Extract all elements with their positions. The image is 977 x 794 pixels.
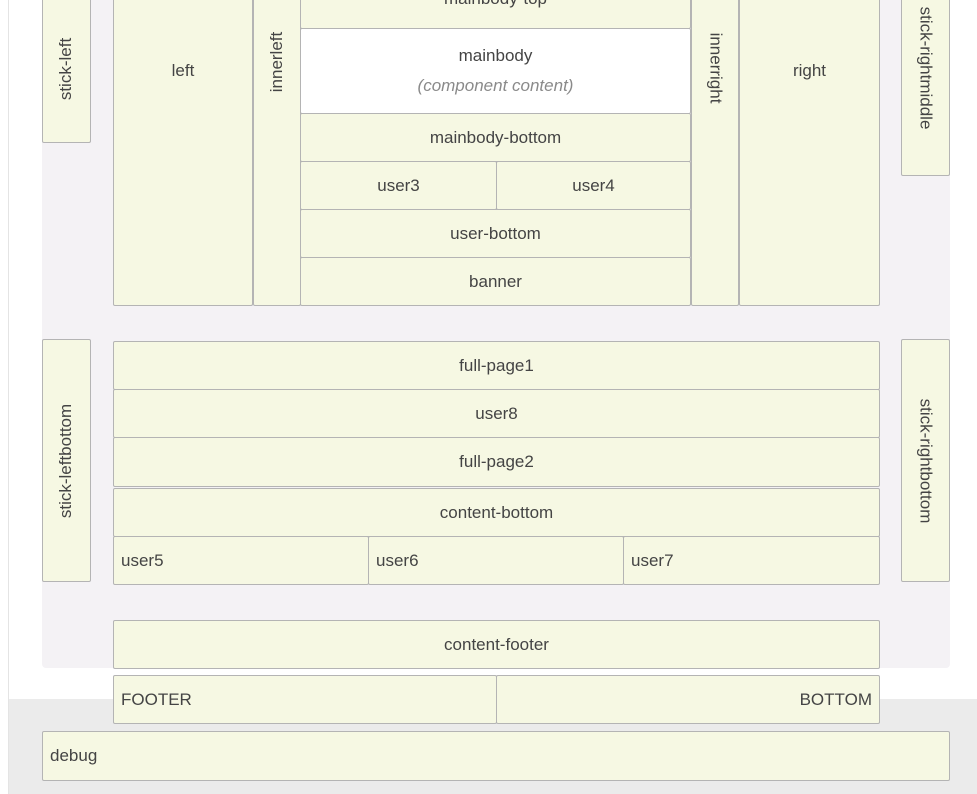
banner-block: banner <box>300 257 691 306</box>
mainbody-top-label: mainbody-top <box>444 0 547 9</box>
left-label: left <box>171 61 195 80</box>
page-edge <box>8 0 9 794</box>
right-label: right <box>792 61 827 80</box>
innerright-block: innerright <box>691 0 739 306</box>
user6-block: user6 <box>368 536 624 585</box>
user4-label: user4 <box>572 175 615 195</box>
mainbody-bottom-label: mainbody-bottom <box>429 127 562 147</box>
user3-block: user3 <box>300 161 497 210</box>
stick-rightbottom-label: stick-rightbottom <box>916 398 936 523</box>
innerleft-label: innerleft <box>267 31 287 93</box>
content-footer-label: content-footer <box>444 634 549 654</box>
debug-label: debug <box>50 746 98 765</box>
footer-block: FOOTER <box>113 675 497 724</box>
user3-label: user3 <box>377 175 420 195</box>
stick-rightmiddle-label: stick-rightmiddle <box>916 6 936 130</box>
stick-rightmiddle-block: stick-rightmiddle <box>901 0 950 176</box>
stick-left-block: stick-left <box>42 0 91 143</box>
stick-left-label: stick-left <box>56 37 76 101</box>
user5-block: user5 <box>113 536 369 585</box>
user7-label: user7 <box>631 550 674 570</box>
content-bottom-block: content-bottom <box>113 488 880 537</box>
footer-label: FOOTER <box>121 689 192 709</box>
banner-label: banner <box>469 271 522 291</box>
bottom-label: BOTTOM <box>799 689 872 709</box>
mainbody-bottom-block: mainbody-bottom <box>300 113 691 162</box>
stick-leftbottom-label: stick-leftbottom <box>56 403 76 518</box>
user8-label: user8 <box>475 403 518 423</box>
content-footer-block: content-footer <box>113 620 880 669</box>
full-page2-block: full-page2 <box>113 437 880 487</box>
mainbody-note: (component content) <box>417 76 574 95</box>
full-page1-block: full-page1 <box>113 341 880 390</box>
innerright-label: innerright <box>706 32 725 104</box>
innerleft-block: innerleft <box>253 0 301 306</box>
user6-label: user6 <box>376 550 419 570</box>
right-block: right <box>739 0 880 306</box>
stick-rightbottom-block: stick-rightbottom <box>901 339 950 582</box>
user4-block: user4 <box>496 161 691 210</box>
user8-block: user8 <box>113 389 880 438</box>
user-bottom-block: user-bottom <box>300 209 691 258</box>
mainbody-label: mainbody <box>458 46 533 65</box>
debug-block: debug <box>42 731 950 781</box>
user-bottom-label: user-bottom <box>450 223 541 243</box>
bottom-block: BOTTOM <box>496 675 880 724</box>
content-bottom-label: content-bottom <box>439 502 554 522</box>
mainbody-top-block: mainbody-top <box>300 0 691 29</box>
user5-label: user5 <box>121 550 164 570</box>
user7-block: user7 <box>623 536 880 585</box>
stick-leftbottom-block: stick-leftbottom <box>42 339 91 582</box>
left-block: left <box>113 0 253 306</box>
full-page1-label: full-page1 <box>459 355 534 375</box>
full-page2-label: full-page2 <box>459 452 534 471</box>
mainbody-block: mainbody (component content) <box>300 28 691 114</box>
